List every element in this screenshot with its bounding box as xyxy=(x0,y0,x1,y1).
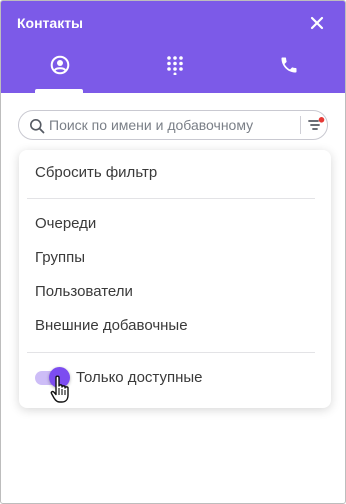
filter-icon xyxy=(308,117,325,130)
active-tab-indicator xyxy=(35,89,83,93)
filter-indicator-dot xyxy=(318,117,325,123)
menu-item-groups[interactable]: Группы xyxy=(35,249,85,266)
window-title: Контакты xyxy=(17,15,84,31)
search-divider xyxy=(300,116,301,134)
menu-divider xyxy=(27,352,315,353)
phone-icon xyxy=(281,57,297,73)
search-box xyxy=(18,110,328,140)
menu-item-users[interactable]: Пользователи xyxy=(35,283,133,300)
contacts-window: Контакты Поиск по имени и добавочному Сб… xyxy=(0,0,346,504)
account-circle-icon xyxy=(50,55,70,75)
menu-item-queues[interactable]: Очереди xyxy=(35,215,96,232)
header: Контакты xyxy=(1,1,345,93)
menu-item-external-extensions[interactable]: Внешние добавочные xyxy=(35,317,188,334)
only-available-label: Только доступные xyxy=(76,369,203,386)
filter-menu: Сбросить фильтр Очереди Группы Пользоват… xyxy=(19,150,331,408)
dialpad-icon xyxy=(167,56,183,75)
search-input[interactable] xyxy=(49,115,294,135)
search-icon xyxy=(30,119,45,134)
tab-dialpad[interactable] xyxy=(145,49,205,89)
tab-calls[interactable] xyxy=(259,49,319,89)
reset-filter-item[interactable]: Сбросить фильтр xyxy=(35,164,157,181)
close-button[interactable] xyxy=(308,14,326,32)
tab-contacts[interactable] xyxy=(30,49,90,89)
filter-button[interactable] xyxy=(307,116,325,134)
hand-pointer-icon xyxy=(50,375,69,403)
menu-divider xyxy=(27,198,315,199)
close-icon xyxy=(310,16,324,30)
